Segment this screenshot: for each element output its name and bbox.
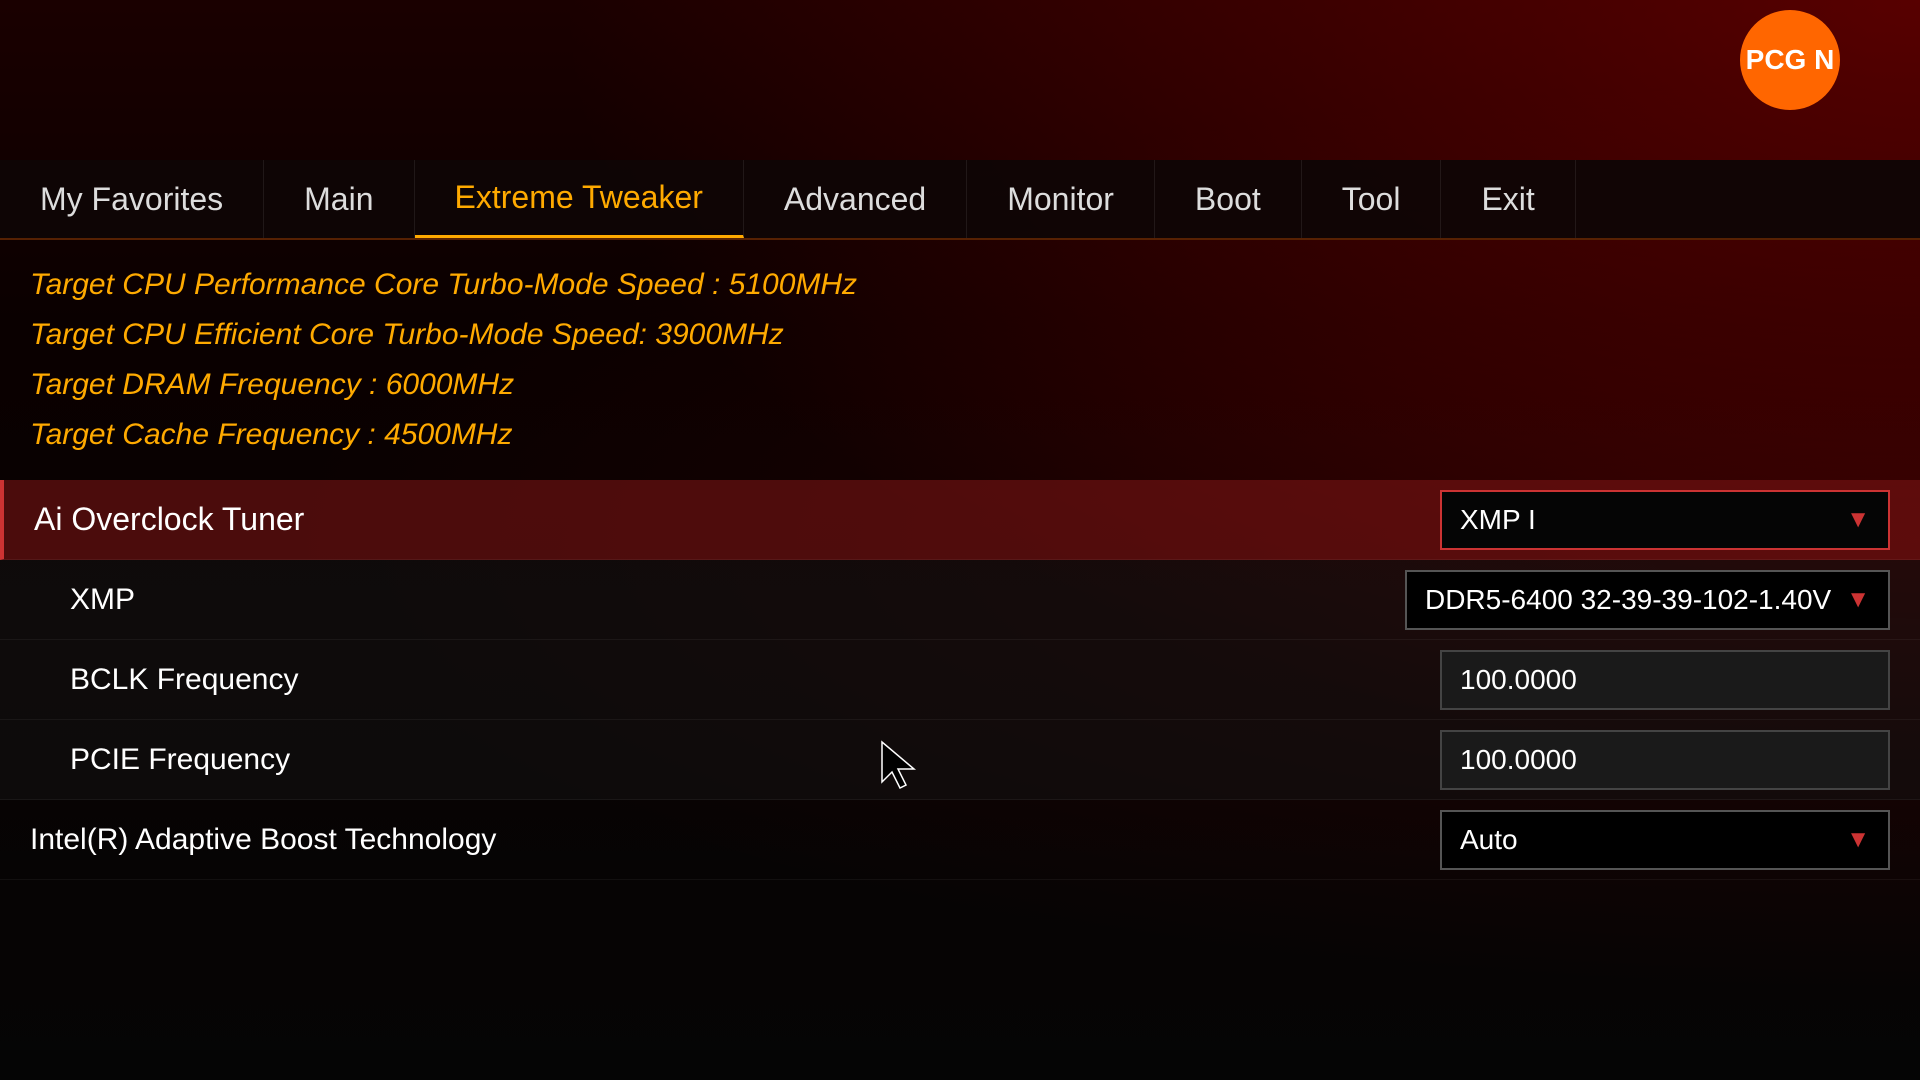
settings-container: Ai Overclock Tuner XMP I ▼ XMP DDR5-6400…	[0, 480, 1920, 880]
setting-intel-adaptive: Intel(R) Adaptive Boost Technology Auto …	[0, 800, 1920, 880]
pcie-label: PCIE Frequency	[70, 743, 290, 777]
intel-adaptive-control[interactable]: Auto ▼	[1440, 810, 1890, 870]
xmp-label: XMP	[70, 583, 135, 617]
ai-overclock-value: XMP I	[1460, 504, 1536, 536]
xmp-control[interactable]: DDR5-6400 32-39-39-102-1.40V ▼	[1405, 570, 1890, 630]
bclk-input[interactable]: 100.0000	[1440, 650, 1890, 710]
status-line-3: Target Cache Frequency : 4500MHz	[30, 410, 1890, 460]
pcie-input[interactable]: 100.0000	[1440, 730, 1890, 790]
intel-adaptive-value: Auto	[1460, 824, 1518, 856]
pcie-value: 100.0000	[1460, 744, 1577, 775]
intel-adaptive-label: Intel(R) Adaptive Boost Technology	[30, 823, 496, 857]
intel-adaptive-dropdown[interactable]: Auto ▼	[1440, 810, 1890, 870]
ai-overclock-dropdown[interactable]: XMP I ▼	[1440, 490, 1890, 550]
nav-advanced[interactable]: Advanced	[744, 160, 967, 238]
nav-bar: My Favorites Main Extreme Tweaker Advanc…	[0, 160, 1920, 240]
xmp-value: DDR5-6400 32-39-39-102-1.40V	[1425, 584, 1831, 616]
nav-main[interactable]: Main	[264, 160, 414, 238]
nav-boot[interactable]: Boot	[1155, 160, 1302, 238]
nav-tool[interactable]: Tool	[1302, 160, 1442, 238]
setting-ai-overclock-tuner: Ai Overclock Tuner XMP I ▼	[0, 480, 1920, 560]
bclk-label: BCLK Frequency	[70, 663, 298, 697]
ai-overclock-control[interactable]: XMP I ▼	[1440, 490, 1890, 550]
dropdown-arrow-4: ▼	[1846, 826, 1870, 854]
status-line-1: Target CPU Efficient Core Turbo-Mode Spe…	[30, 310, 1890, 360]
setting-bclk: BCLK Frequency 100.0000	[0, 640, 1920, 720]
setting-pcie: PCIE Frequency 100.0000	[0, 720, 1920, 800]
nav-exit[interactable]: Exit	[1441, 160, 1575, 238]
status-lines: Target CPU Performance Core Turbo-Mode S…	[0, 240, 1920, 470]
status-line-2: Target DRAM Frequency : 6000MHz	[30, 360, 1890, 410]
nav-favorites[interactable]: My Favorites	[0, 160, 264, 238]
pcgn-badge: PCG N	[1740, 10, 1840, 110]
content-area: Target CPU Performance Core Turbo-Mode S…	[0, 240, 1920, 1080]
nav-monitor[interactable]: Monitor	[967, 160, 1155, 238]
pcie-control[interactable]: 100.0000	[1440, 730, 1890, 790]
bclk-value: 100.0000	[1460, 664, 1577, 695]
xmp-dropdown[interactable]: DDR5-6400 32-39-39-102-1.40V ▼	[1405, 570, 1890, 630]
status-line-0: Target CPU Performance Core Turbo-Mode S…	[30, 260, 1890, 310]
setting-xmp: XMP DDR5-6400 32-39-39-102-1.40V ▼	[0, 560, 1920, 640]
dropdown-arrow-1: ▼	[1846, 586, 1870, 614]
ai-overclock-label: Ai Overclock Tuner	[34, 501, 304, 538]
dropdown-arrow-0: ▼	[1846, 506, 1870, 534]
bclk-control[interactable]: 100.0000	[1440, 650, 1890, 710]
nav-extreme-tweaker[interactable]: Extreme Tweaker	[415, 160, 744, 238]
